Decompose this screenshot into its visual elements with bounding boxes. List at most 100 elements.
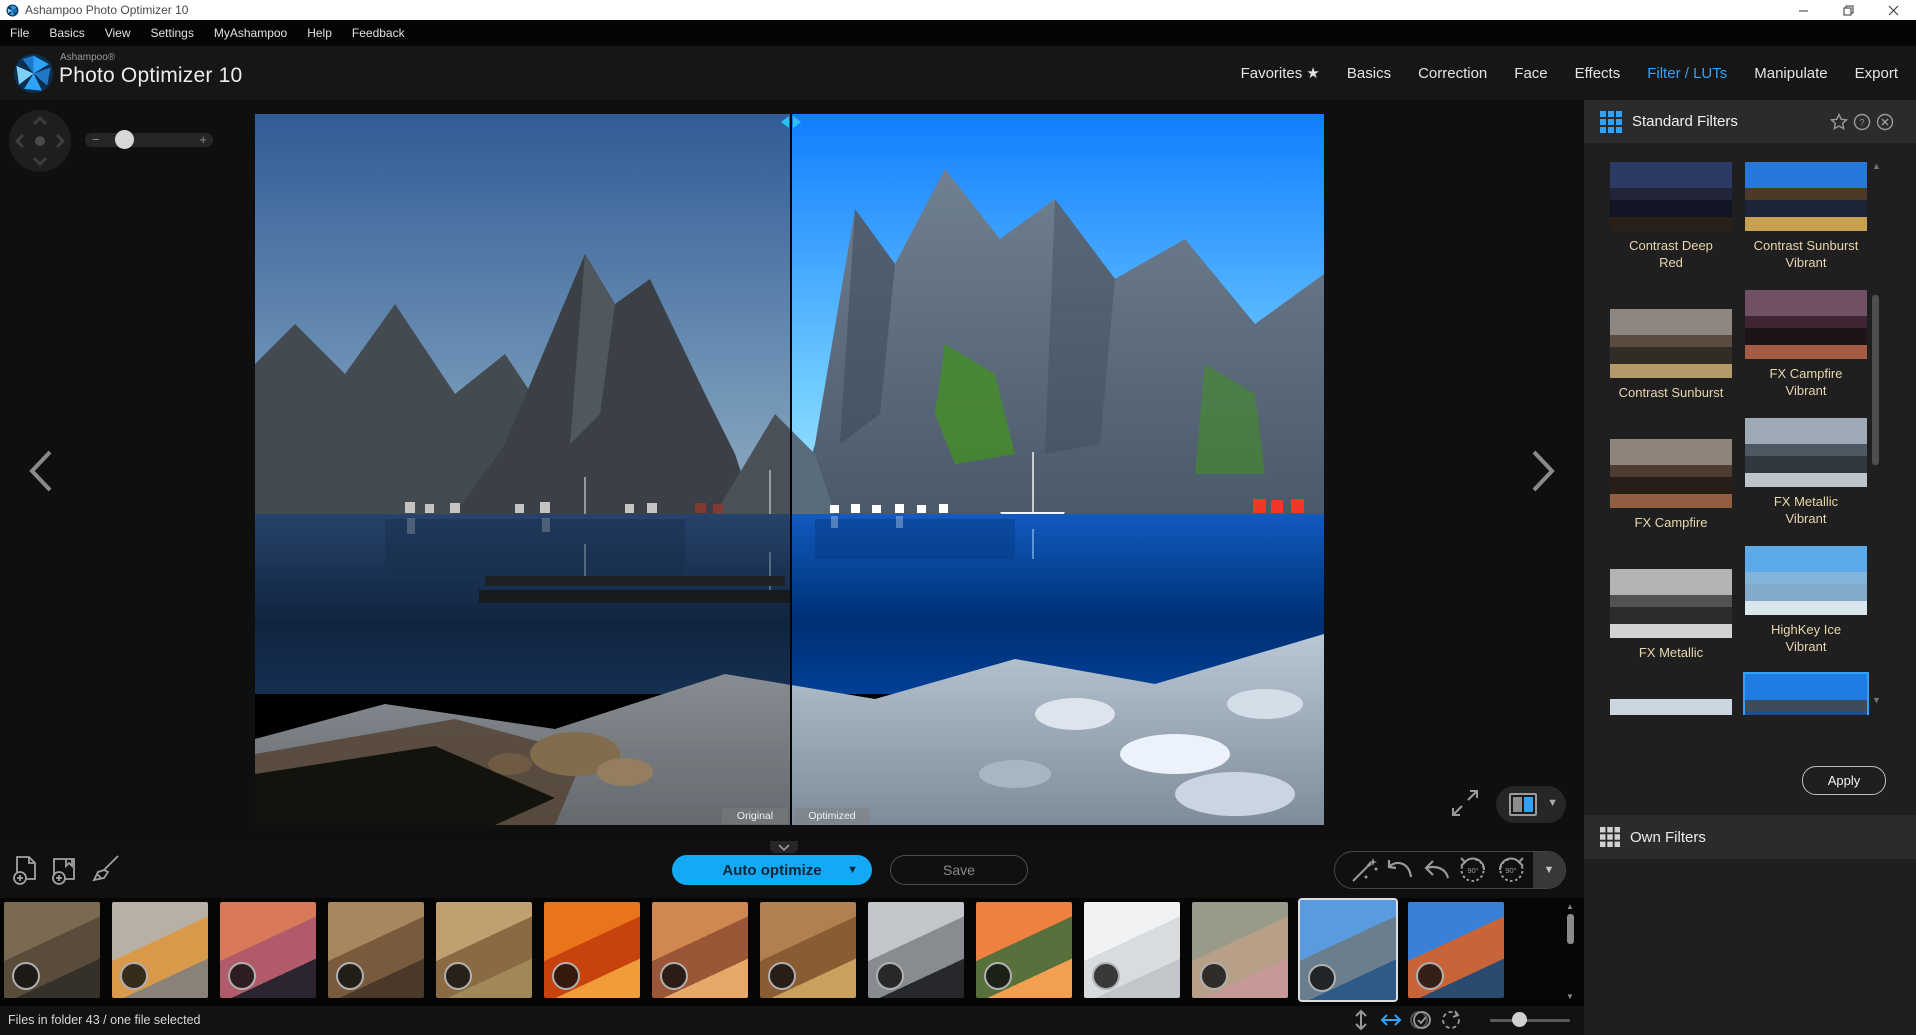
zoom-in-icon[interactable]: + (199, 132, 207, 147)
thumbnail-nuts[interactable] (760, 902, 856, 998)
select-circle-icon[interactable] (660, 962, 688, 990)
select-circle-icon[interactable] (444, 962, 472, 990)
panel-scroll-down-icon[interactable]: ▼ (1872, 695, 1881, 705)
divider-handle-icon[interactable] (781, 116, 801, 128)
compare-divider[interactable] (790, 114, 792, 825)
nav-tab-filter-luts[interactable]: Filter / LUTs (1647, 65, 1727, 82)
chevron-down-icon[interactable]: ▼ (847, 864, 858, 876)
filmstrip-scroll-down-icon[interactable]: ▼ (1566, 992, 1574, 1001)
nav-tab-face[interactable]: Face (1514, 65, 1547, 82)
thumbnail-canyon-sunset[interactable] (652, 902, 748, 998)
filter-thumb-contrast-sunburst-vibrant[interactable] (1745, 162, 1867, 231)
filter-thumb-filter-partial-left[interactable] (1610, 699, 1732, 715)
clear-list-broom-icon[interactable] (88, 854, 120, 886)
zoom-out-icon[interactable]: − (92, 132, 100, 147)
filter-thumb-fx-campfire[interactable] (1610, 439, 1732, 508)
favorite-star-icon[interactable] (1830, 113, 1848, 131)
thumbnail-horse[interactable] (436, 902, 532, 998)
refresh-compare-icon[interactable] (1440, 1009, 1462, 1031)
filter-thumb-contrast-sunburst[interactable] (1610, 309, 1732, 378)
panel-scroll-up-icon[interactable]: ▲ (1872, 161, 1881, 171)
filter-thumb-fx-metallic-vibrant[interactable] (1745, 418, 1867, 487)
select-circle-icon[interactable] (552, 962, 580, 990)
select-circle-icon[interactable] (984, 962, 1012, 990)
select-circle-icon[interactable] (876, 962, 904, 990)
thumbnail-sunset-beach[interactable] (220, 902, 316, 998)
rotate-left-icon[interactable]: 90° (1457, 854, 1489, 886)
zoom-slider-thumb[interactable] (115, 130, 134, 149)
fit-to-view-icon[interactable] (1450, 788, 1480, 818)
aperture-logo-icon (13, 53, 54, 94)
thumbnail-gnarled-tree[interactable] (328, 902, 424, 998)
select-circle-icon[interactable] (1092, 962, 1120, 990)
thumbnail-boathouses[interactable] (1408, 902, 1504, 998)
pan-widget[interactable] (9, 110, 71, 172)
next-image-button[interactable] (1528, 448, 1558, 494)
chevron-down-icon[interactable]: ▼ (1547, 797, 1558, 809)
close-panel-icon[interactable] (1876, 113, 1894, 131)
close-button[interactable] (1871, 0, 1916, 20)
select-circle-icon[interactable] (12, 962, 40, 990)
restore-button[interactable] (1826, 0, 1871, 20)
collapse-toolbar-tab[interactable] (770, 841, 798, 853)
select-circle-icon[interactable] (1308, 964, 1336, 992)
thumbnail-size-slider-thumb[interactable] (1512, 1012, 1527, 1027)
fit-height-icon[interactable] (1350, 1009, 1372, 1031)
fit-width-icon[interactable] (1380, 1009, 1402, 1031)
add-image-icon[interactable] (10, 854, 42, 886)
menu-item-help[interactable]: Help (297, 20, 342, 46)
previous-image-button[interactable] (26, 448, 56, 494)
show-optimized-icon[interactable] (1410, 1009, 1432, 1031)
zoom-slider[interactable]: − + (85, 133, 213, 147)
nav-tab-basics[interactable]: Basics (1347, 65, 1391, 82)
filter-thumb-contrast-deep-red[interactable] (1610, 162, 1732, 231)
filter-thumb-fx-metallic[interactable] (1610, 569, 1732, 638)
compare-mode-toggle[interactable]: ▼ (1496, 786, 1566, 823)
save-button[interactable]: Save (890, 855, 1028, 885)
nav-tab-effects[interactable]: Effects (1575, 65, 1621, 82)
filter-thumb-filter-partial-selected[interactable] (1745, 674, 1867, 715)
filter-item-contrast-deep-red: Contrast Deep Red (1610, 162, 1732, 271)
magic-wand-icon[interactable] (1349, 855, 1379, 885)
thumbnail-dark-tree-sky[interactable] (868, 902, 964, 998)
menu-item-feedback[interactable]: Feedback (342, 20, 415, 46)
rotate-right-icon[interactable]: 90° (1495, 854, 1527, 886)
panel-scrollbar-thumb[interactable] (1872, 295, 1879, 465)
menu-item-basics[interactable]: Basics (39, 20, 94, 46)
nav-tab-favorites[interactable]: Favorites ★ (1241, 64, 1320, 82)
filmstrip-scroll-up-icon[interactable]: ▲ (1566, 902, 1574, 911)
thumbnail-lake-village[interactable] (1300, 900, 1396, 1000)
thumbnail-size-slider[interactable] (1490, 1019, 1570, 1022)
select-circle-icon[interactable] (120, 962, 148, 990)
thumbnail-foggy-bridge[interactable] (1084, 902, 1180, 998)
add-folder-icon[interactable] (48, 854, 80, 886)
nav-tab-correction[interactable]: Correction (1418, 65, 1487, 82)
thumbnail-cat[interactable] (112, 902, 208, 998)
undo-all-icon[interactable] (1421, 855, 1451, 885)
select-circle-icon[interactable] (768, 962, 796, 990)
menu-item-settings[interactable]: Settings (140, 20, 203, 46)
help-icon[interactable]: ? (1853, 113, 1871, 131)
compare-canvas[interactable]: Original Optimized (255, 114, 1324, 825)
minimize-button[interactable] (1781, 0, 1826, 20)
thumbnail-marmot[interactable] (1192, 902, 1288, 998)
filter-thumb-fx-campfire-vibrant[interactable] (1745, 290, 1867, 359)
filmstrip-scrollbar-thumb[interactable] (1567, 914, 1574, 944)
menu-item-file[interactable]: File (0, 20, 39, 46)
undo-icon[interactable] (1385, 855, 1415, 885)
thumbnail-temple-ruins[interactable] (4, 902, 100, 998)
menu-item-myashampoo[interactable]: MyAshampoo (204, 20, 297, 46)
apply-filter-button[interactable]: Apply (1802, 766, 1886, 795)
auto-optimize-button[interactable]: Auto optimize ▼ (672, 855, 872, 885)
filter-thumb-highkey-ice-vibrant[interactable] (1745, 546, 1867, 615)
nav-tab-export[interactable]: Export (1855, 65, 1898, 82)
select-circle-icon[interactable] (228, 962, 256, 990)
thumbnail-orange-flowers[interactable] (976, 902, 1072, 998)
nav-tab-manipulate[interactable]: Manipulate (1754, 65, 1827, 82)
select-circle-icon[interactable] (336, 962, 364, 990)
thumbnail-autumn-leaf[interactable] (544, 902, 640, 998)
select-circle-icon[interactable] (1200, 962, 1228, 990)
menu-item-view[interactable]: View (95, 20, 141, 46)
select-circle-icon[interactable] (1416, 962, 1444, 990)
own-filters-section[interactable]: Own Filters (1584, 815, 1916, 859)
